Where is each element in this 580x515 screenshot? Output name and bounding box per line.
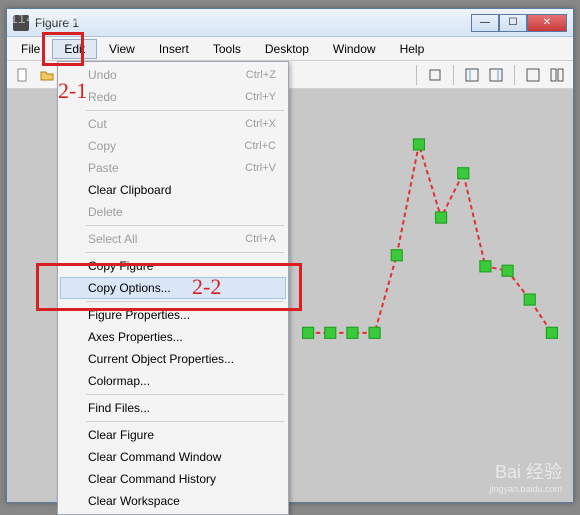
close-button[interactable]: ✕ [527,14,567,32]
menuitem-clear-clipboard[interactable]: Clear Clipboard [60,179,286,201]
menubar: FileEditViewInsertToolsDesktopWindowHelp [7,37,573,61]
watermark-tl: 1145.com [10,10,78,26]
menu-separator [86,301,284,302]
menuitem-delete: Delete [60,201,286,223]
menu-file[interactable]: File [9,39,52,59]
menuitem-colormap[interactable]: Colormap... [60,370,286,392]
layout3-icon[interactable] [523,65,543,85]
layout4-icon[interactable] [547,65,567,85]
new-icon[interactable] [13,65,33,85]
menu-view[interactable]: View [97,39,147,59]
menuitem-figure-properties[interactable]: Figure Properties... [60,304,286,326]
menu-window[interactable]: Window [321,39,388,59]
menu-separator [86,394,284,395]
menu-insert[interactable]: Insert [147,39,201,59]
menu-tools[interactable]: Tools [201,39,253,59]
menuitem-copy: CopyCtrl+C [60,135,286,157]
tool-icon[interactable] [425,65,445,85]
figure-window: Figure 1 — ☐ ✕ FileEditViewInsertToolsDe… [6,8,574,503]
layout2-icon[interactable] [486,65,506,85]
menuitem-clear-figure[interactable]: Clear Figure [60,424,286,446]
menuitem-axes-properties[interactable]: Axes Properties... [60,326,286,348]
maximize-button[interactable]: ☐ [499,14,527,32]
open-icon[interactable] [37,65,57,85]
menu-separator [86,252,284,253]
layout1-icon[interactable] [462,65,482,85]
minimize-button[interactable]: — [471,14,499,32]
menu-desktop[interactable]: Desktop [253,39,321,59]
menuitem-clear-command-history[interactable]: Clear Command History [60,468,286,490]
menuitem-select-all: Select AllCtrl+A [60,228,286,250]
menuitem-clear-workspace[interactable]: Clear Workspace [60,490,286,512]
menuitem-paste: PasteCtrl+V [60,157,286,179]
menuitem-find-files[interactable]: Find Files... [60,397,286,419]
menuitem-undo: UndoCtrl+Z [60,64,286,86]
menuitem-current-object-properties[interactable]: Current Object Properties... [60,348,286,370]
menuitem-clear-command-window[interactable]: Clear Command Window [60,446,286,468]
menu-help[interactable]: Help [388,39,437,59]
menuitem-copy-figure[interactable]: Copy Figure [60,255,286,277]
menu-separator [86,225,284,226]
edit-menu-dropdown: UndoCtrl+ZRedoCtrl+Y CutCtrl+XCopyCtrl+CP… [57,61,289,515]
menu-edit[interactable]: Edit [52,39,97,59]
menu-separator [86,110,284,111]
menuitem-redo: RedoCtrl+Y [60,86,286,108]
menuitem-cut: CutCtrl+X [60,113,286,135]
titlebar[interactable]: Figure 1 — ☐ ✕ [7,9,573,37]
plot [297,89,563,444]
window-title: Figure 1 [35,16,471,30]
watermark-br: Bai 经验 jingyan.baidu.com [489,458,562,494]
menu-separator [86,421,284,422]
menuitem-copy-options[interactable]: Copy Options... [60,277,286,299]
